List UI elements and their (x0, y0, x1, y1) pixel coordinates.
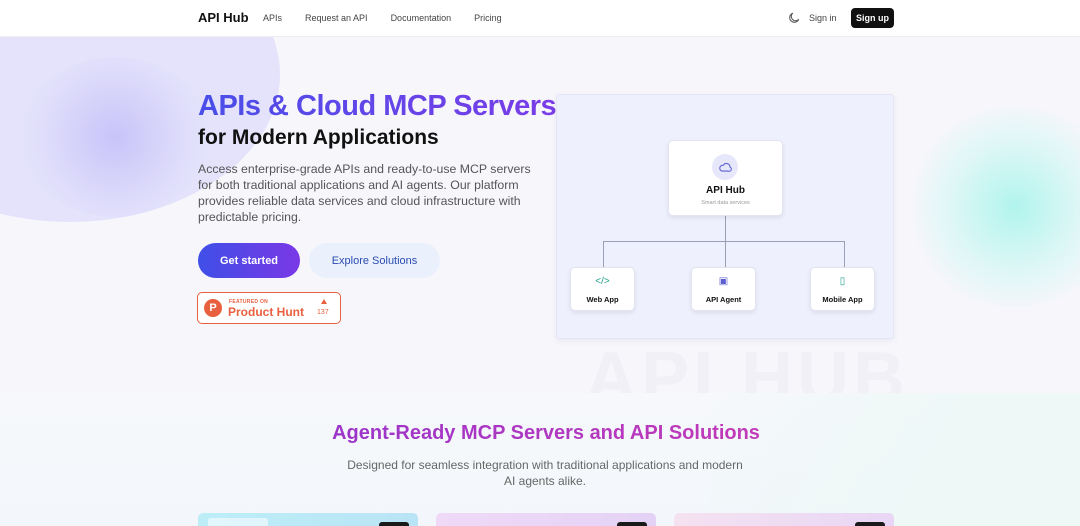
node-web-app: </> Web App (570, 267, 635, 311)
product-hunt-name: Product Hunt (228, 305, 304, 319)
solutions-title: Agent-Ready MCP Servers and API Solution… (332, 422, 760, 444)
card-badge (379, 522, 409, 526)
connector-line (603, 241, 844, 242)
explore-solutions-button[interactable]: Explore Solutions (309, 243, 440, 278)
solutions-description: Designed for seamless integration with t… (347, 458, 743, 488)
upvote-triangle-icon (321, 299, 327, 304)
hero-title: APIs & Cloud MCP Servers (198, 90, 557, 122)
card-badge (855, 522, 885, 526)
nav-link-apis[interactable]: APIs (263, 13, 282, 23)
node-label: Mobile App (822, 295, 863, 304)
hub-node: API Hub Smart data services (668, 140, 783, 216)
solution-card[interactable] (198, 513, 418, 526)
product-hunt-badge[interactable]: P FEATURED ON Product Hunt 137 (197, 292, 341, 324)
connector-line (844, 241, 845, 267)
sign-in-link[interactable]: Sign in (809, 13, 837, 23)
decorative-glow (20, 57, 210, 217)
solution-card[interactable] (436, 513, 656, 526)
nav-links: APIs Request an API Documentation Pricin… (263, 13, 502, 23)
hub-node-title: API Hub (706, 185, 745, 196)
hub-node-subtitle: Smart data services (701, 200, 750, 206)
solutions-section: Agent-Ready MCP Servers and API Solution… (0, 393, 1080, 526)
nav-link-request-api[interactable]: Request an API (305, 13, 368, 23)
moon-icon[interactable] (787, 11, 801, 25)
card-chip (208, 518, 268, 526)
code-icon: </> (595, 276, 610, 287)
node-mobile-app: ▯ Mobile App (810, 267, 875, 311)
hero-subtitle: for Modern Applications (198, 126, 439, 149)
architecture-diagram: API Hub Smart data services </> Web App … (556, 94, 894, 339)
solution-card[interactable] (674, 513, 894, 526)
chip-icon: ▣ (718, 276, 729, 287)
cloud-icon (712, 154, 738, 180)
sign-up-button[interactable]: Sign up (851, 8, 894, 28)
navbar: API Hub APIs Request an API Documentatio… (0, 0, 1080, 37)
node-label: API Agent (705, 295, 742, 304)
node-api-agent: ▣ API Agent (691, 267, 756, 311)
connector-line (725, 216, 726, 242)
brand-logo[interactable]: API Hub (198, 10, 249, 25)
hero-watermark: API HUB (585, 338, 910, 393)
decorative-glow-teal (905, 107, 1080, 307)
product-hunt-votes: 137 (317, 309, 329, 316)
node-label: Web App (586, 295, 619, 304)
nav-link-pricing[interactable]: Pricing (474, 13, 502, 23)
hero-description: Access enterprise-grade APIs and ready-t… (198, 162, 531, 224)
decorative-gradient (710, 393, 1080, 526)
nav-link-documentation[interactable]: Documentation (391, 13, 452, 23)
get-started-button[interactable]: Get started (198, 243, 300, 278)
mobile-icon: ▯ (839, 276, 846, 287)
card-badge (617, 522, 647, 526)
connector-line (603, 241, 604, 267)
connector-line (725, 241, 726, 267)
product-hunt-logo-icon: P (204, 299, 222, 317)
hero-section: API HUB APIs & Cloud MCP Servers for Mod… (0, 37, 1080, 393)
